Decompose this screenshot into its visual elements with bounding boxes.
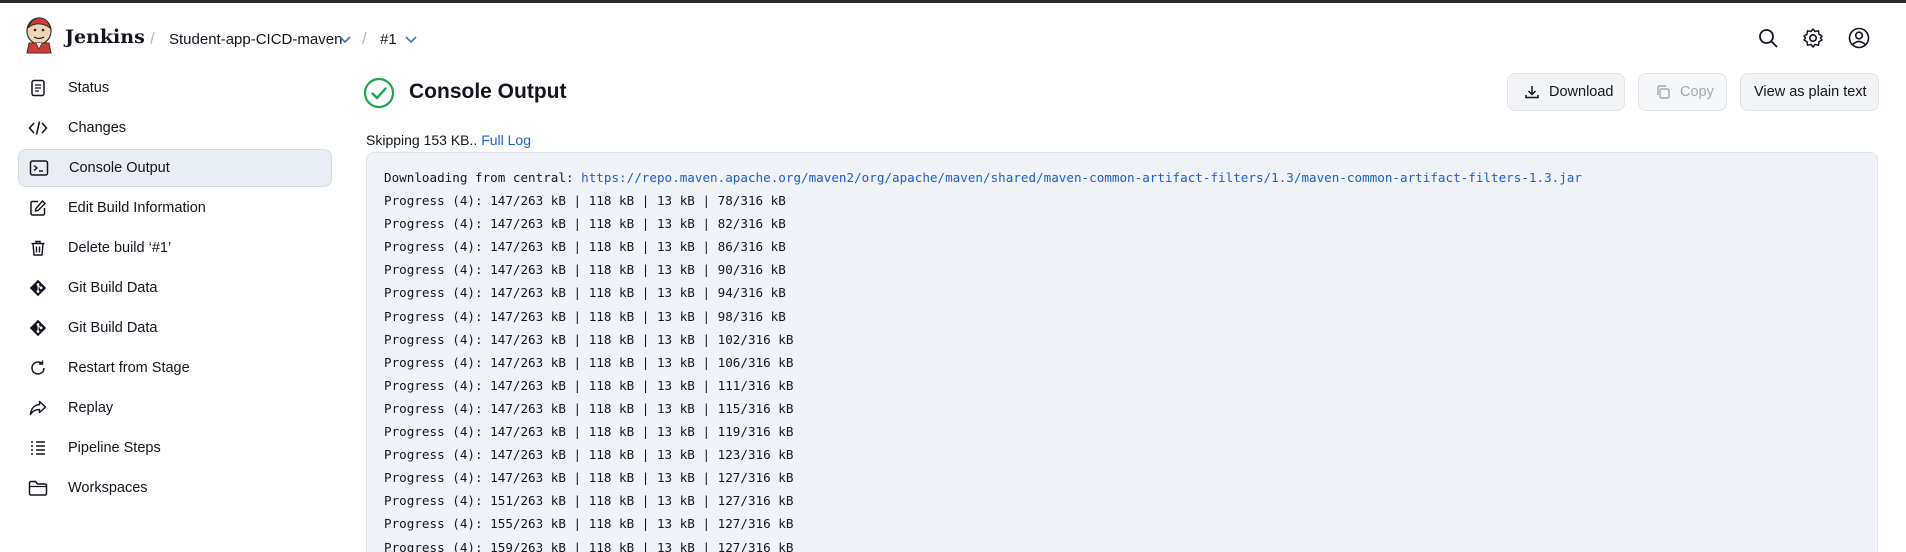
sidebar-item-label: Status: [68, 80, 110, 96]
sidebar-item-pipeline-steps[interactable]: Pipeline Steps: [18, 429, 332, 467]
sidebar-item-label: Delete build ‘#1’: [68, 240, 172, 256]
sidebar-item-label: Changes: [68, 120, 127, 136]
copy-icon: [1657, 85, 1670, 99]
console-line: Progress (4): 151/263 kB | 118 kB | 13 k…: [384, 493, 794, 509]
success-icon: [363, 77, 395, 109]
console-line: Progress (4): 147/263 kB | 118 kB | 13 k…: [384, 424, 794, 440]
sidebar-item-edit-build-information[interactable]: Edit Build Information: [18, 189, 332, 227]
console-line: Progress (4): 147/263 kB | 118 kB | 13 k…: [384, 354, 794, 370]
console-line: Progress (4): 147/263 kB | 118 kB | 13 k…: [384, 262, 786, 278]
sidebar-item-status[interactable]: Status: [18, 69, 332, 107]
console-line: Progress (4): 147/263 kB | 118 kB | 13 k…: [384, 193, 786, 209]
artifact-url-link[interactable]: https://repo.maven.apache.org/maven2/org…: [581, 170, 1582, 185]
sidebar-item-git-build-data[interactable]: Git Build Data: [18, 269, 332, 307]
console-line: Downloading from central: https://repo.m…: [384, 166, 1877, 189]
terminal-icon: [29, 158, 49, 178]
user-icon[interactable]: [1848, 27, 1870, 49]
breadcrumb-separator: /: [362, 29, 367, 48]
steps-icon: [28, 438, 48, 458]
console-line: Progress (4): 147/263 kB | 118 kB | 13 k…: [384, 331, 794, 347]
jenkins-logo[interactable]: [24, 16, 54, 54]
download-label: Download: [1549, 84, 1614, 100]
chevron-down-icon[interactable]: [338, 32, 352, 46]
console-line: Progress (4): 155/263 kB | 118 kB | 13 k…: [384, 516, 794, 532]
top-header: Jenkins / Student-app-CICD-maven / #1: [0, 3, 1906, 71]
sidebar-item-label: Replay: [68, 400, 114, 416]
console-line: Progress (4): 159/263 kB | 118 kB | 13 k…: [384, 539, 794, 552]
sidebar-item-replay[interactable]: Replay: [18, 389, 332, 427]
sidebar-item-label: Pipeline Steps: [68, 440, 161, 456]
git-icon: [28, 278, 48, 298]
download-icon: [1525, 86, 1539, 99]
sidebar-item-label: Console Output: [69, 160, 170, 176]
view-plain-text-label: View as plain text: [1754, 84, 1867, 100]
sidebar-item-label: Git Build Data: [68, 320, 158, 336]
console-line: Progress (4): 147/263 kB | 118 kB | 13 k…: [384, 447, 794, 463]
gear-icon[interactable]: [1802, 27, 1824, 49]
sidebar-item-git-build-data[interactable]: Git Build Data: [18, 309, 332, 347]
skip-text: Skipping 153 KB..: [366, 132, 482, 148]
sidebar-item-label: Restart from Stage: [68, 360, 190, 376]
console-output[interactable]: Downloading from central: https://repo.m…: [366, 152, 1878, 552]
copy-button[interactable]: Copy: [1638, 73, 1727, 111]
breadcrumb-separator: /: [150, 29, 155, 48]
download-button[interactable]: Download: [1507, 73, 1625, 111]
copy-label: Copy: [1680, 84, 1714, 100]
sidebar-item-delete-build[interactable]: Delete build ‘#1’: [18, 229, 332, 267]
sidebar-item-console-output[interactable]: Console Output: [18, 149, 332, 187]
sidebar-item-changes[interactable]: Changes: [18, 109, 332, 147]
console-line: Progress (4): 147/263 kB | 118 kB | 13 k…: [384, 470, 794, 486]
search-icon[interactable]: [1757, 27, 1779, 49]
breadcrumb-build[interactable]: #1: [380, 31, 397, 48]
sidebar: Status Changes Console Output Edit Build…: [18, 69, 332, 509]
console-line-text: Downloading from central:: [384, 170, 582, 185]
view-plain-text-button[interactable]: View as plain text: [1740, 73, 1879, 111]
sidebar-item-label: Git Build Data: [68, 280, 158, 296]
console-line: Progress (4): 147/263 kB | 118 kB | 13 k…: [384, 400, 794, 416]
sidebar-item-restart-from-stage[interactable]: Restart from Stage: [18, 349, 332, 387]
replay-icon: [28, 398, 48, 418]
console-line: Progress (4): 147/263 kB | 118 kB | 13 k…: [384, 216, 786, 232]
skip-notice: Skipping 153 KB.. Full Log: [366, 132, 531, 148]
full-log-link[interactable]: Full Log: [481, 132, 531, 148]
console-line: Progress (4): 147/263 kB | 118 kB | 13 k…: [384, 308, 786, 324]
console-line: Progress (4): 147/263 kB | 118 kB | 13 k…: [384, 285, 786, 301]
sidebar-item-workspaces[interactable]: Workspaces: [18, 469, 332, 507]
edit-icon: [28, 198, 48, 218]
brand-name[interactable]: Jenkins: [65, 26, 145, 48]
code-icon: [28, 118, 48, 138]
sidebar-item-label: Workspaces: [68, 480, 148, 496]
console-line: Progress (4): 147/263 kB | 118 kB | 13 k…: [384, 239, 786, 255]
restart-icon: [28, 358, 48, 378]
chevron-down-icon[interactable]: [404, 32, 418, 46]
page-title: Console Output: [409, 80, 567, 103]
sidebar-item-label: Edit Build Information: [68, 200, 206, 216]
git-icon: [28, 318, 48, 338]
breadcrumb-job[interactable]: Student-app-CICD-maven: [169, 31, 342, 48]
console-line: Progress (4): 147/263 kB | 118 kB | 13 k…: [384, 377, 794, 393]
status-icon: [28, 78, 48, 98]
folder-icon: [28, 478, 48, 498]
trash-icon: [28, 238, 48, 258]
